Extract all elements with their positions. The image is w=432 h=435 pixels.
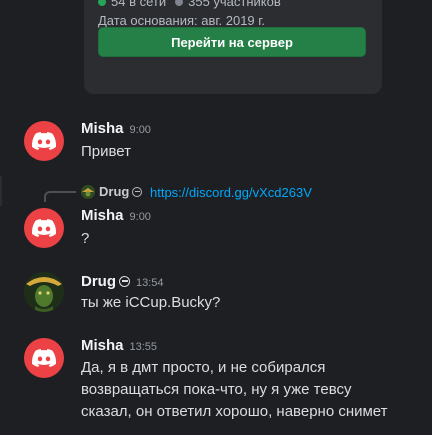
message-author[interactable]: Misha 9:00 — [81, 207, 151, 224]
message-text: ты же iCCup.Bucky? — [81, 294, 221, 311]
message: Misha 9:00 ? — [0, 206, 432, 252]
join-server-button[interactable]: Перейти на сервер — [98, 27, 366, 57]
online-dot-icon — [98, 0, 106, 6]
message-text: ? — [81, 230, 90, 247]
server-invite-card: 54 в сети 355 участников Дата основания:… — [84, 0, 382, 94]
user-avatar[interactable] — [24, 272, 64, 312]
message: Misha 9:00 Привет — [0, 119, 432, 165]
message-author[interactable]: Drug 13:54 — [81, 273, 164, 290]
message-author[interactable]: Misha 13:55 — [81, 337, 157, 354]
message-timestamp: 13:54 — [136, 277, 164, 289]
discord-logo-icon[interactable] — [24, 338, 64, 378]
message-text: Да, я в дмт просто, и не собирался возвр… — [81, 359, 388, 420]
message: Drug 13:54 ты же iCCup.Bucky? — [0, 272, 432, 318]
members-dot-icon — [175, 0, 184, 6]
online-count: 54 в сети — [111, 0, 167, 9]
dnd-status-icon — [119, 276, 130, 287]
message-timestamp: 9:00 — [129, 124, 151, 136]
invite-founded-date: Дата основания: авг. 2019 г. — [98, 13, 266, 28]
message-timestamp: 9:00 — [129, 211, 151, 223]
reply-reference[interactable]: Drug https://discord.gg/vXcd263V — [0, 183, 432, 202]
message: Misha 13:55 Да, я в дмт просто, и не соби… — [0, 336, 432, 435]
reply-spine — [44, 191, 76, 202]
reply-link-text[interactable]: https://discord.gg/vXcd263V — [150, 185, 312, 200]
message-timestamp: 13:55 — [129, 341, 158, 353]
message-author[interactable]: Misha 9:00 — [81, 120, 151, 137]
reply-author[interactable]: Drug — [99, 184, 143, 199]
discord-logo-icon[interactable] — [24, 121, 64, 161]
dnd-status-icon — [132, 187, 143, 197]
message-text: Привет — [81, 143, 132, 160]
reply-avatar — [81, 185, 95, 199]
invite-stats: 54 в сети 355 участников — [98, 0, 281, 9]
chat-area: 54 в сети 355 участников Дата основания:… — [0, 0, 432, 435]
discord-logo-icon[interactable] — [24, 208, 64, 248]
member-count: 355 участников — [188, 0, 281, 9]
